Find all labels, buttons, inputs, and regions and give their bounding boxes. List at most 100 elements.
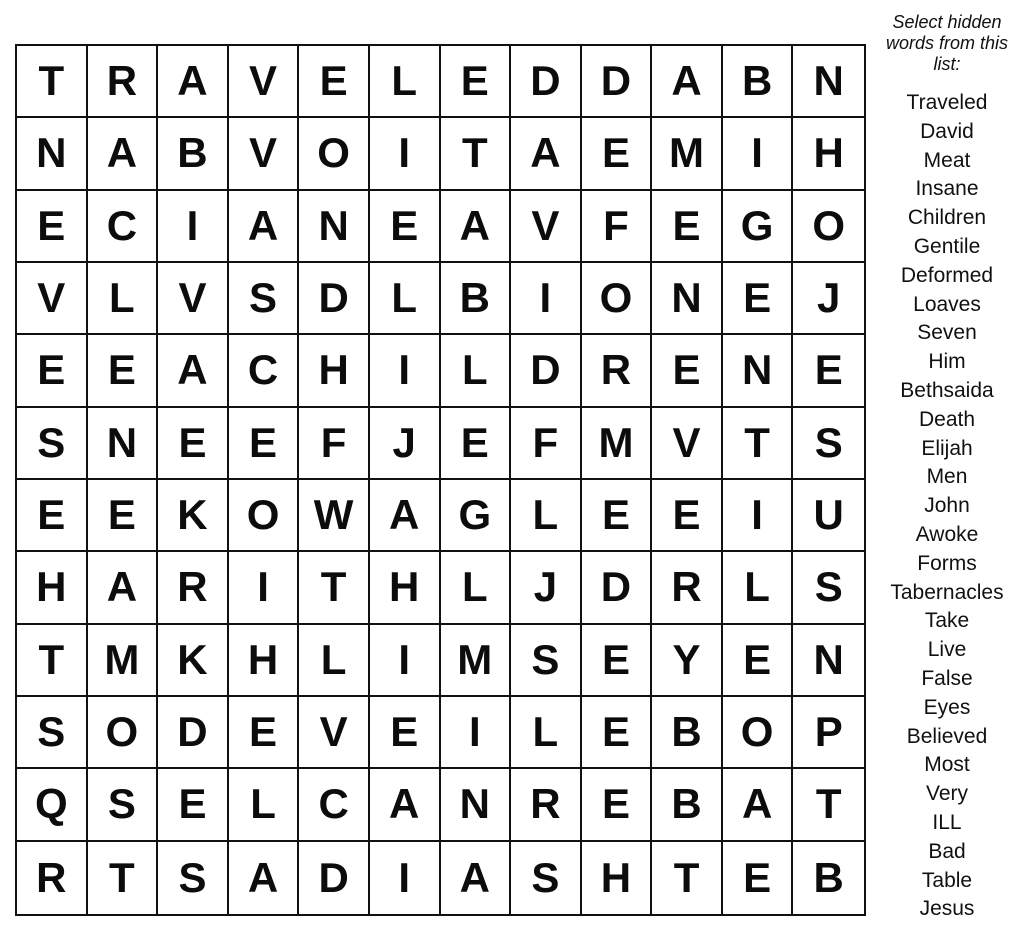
grid-cell[interactable]: L — [722, 552, 794, 625]
grid-cell[interactable]: N — [17, 118, 88, 191]
grid-cell[interactable]: W — [299, 480, 370, 553]
grid-cell[interactable]: A — [158, 46, 229, 119]
grid-cell[interactable]: T — [440, 118, 512, 191]
word-list-item[interactable]: Seven — [870, 319, 1024, 348]
grid-cell[interactable]: T — [17, 624, 88, 697]
grid-cell[interactable]: R — [87, 46, 159, 119]
grid-cell[interactable]: Q — [17, 769, 88, 842]
grid-cell[interactable]: T — [299, 552, 370, 625]
grid-cell[interactable]: E — [369, 190, 441, 263]
grid-cell[interactable]: D — [299, 841, 370, 914]
grid-cell[interactable]: R — [581, 335, 653, 408]
grid-cell[interactable]: E — [793, 335, 864, 408]
grid-cell[interactable]: V — [299, 697, 370, 770]
grid-cell[interactable]: E — [299, 46, 370, 119]
grid-cell[interactable]: A — [440, 190, 512, 263]
grid-cell[interactable]: I — [228, 552, 300, 625]
grid-cell[interactable]: L — [440, 335, 512, 408]
grid-cell[interactable]: E — [581, 697, 653, 770]
grid-cell[interactable]: S — [793, 552, 864, 625]
grid-cell[interactable]: J — [369, 407, 441, 480]
grid-cell[interactable]: N — [440, 769, 512, 842]
word-list-item[interactable]: Loaves — [870, 291, 1024, 320]
grid-cell[interactable]: H — [228, 624, 300, 697]
grid-cell[interactable]: A — [441, 841, 512, 914]
word-list-item[interactable]: Elijah — [870, 435, 1024, 464]
grid-cell[interactable]: R — [158, 552, 229, 625]
grid-cell[interactable]: A — [369, 769, 441, 842]
grid-cell[interactable]: J — [793, 263, 864, 336]
grid-cell[interactable]: L — [369, 46, 441, 119]
grid-cell[interactable]: I — [369, 335, 441, 408]
word-list-item[interactable]: Men — [870, 463, 1024, 492]
grid-cell[interactable]: E — [158, 407, 229, 480]
grid-cell[interactable]: N — [793, 46, 864, 119]
word-list-item[interactable]: Death — [870, 406, 1024, 435]
grid-cell[interactable]: T — [652, 841, 723, 914]
grid-cell[interactable]: V — [17, 263, 88, 336]
grid-cell[interactable]: H — [582, 841, 653, 914]
grid-cell[interactable]: S — [228, 263, 300, 336]
word-list-item[interactable]: Forms — [870, 550, 1024, 579]
grid-cell[interactable]: L — [299, 624, 370, 697]
grid-cell[interactable]: V — [652, 407, 723, 480]
grid-cell[interactable]: E — [652, 335, 723, 408]
grid-cell[interactable]: L — [228, 769, 300, 842]
grid-cell[interactable]: E — [228, 697, 300, 770]
grid-cell[interactable]: L — [511, 480, 582, 553]
grid-cell[interactable]: K — [158, 624, 229, 697]
grid-cell[interactable]: E — [17, 190, 88, 263]
grid-cell[interactable]: K — [158, 480, 229, 553]
grid-cell[interactable]: S — [87, 769, 159, 842]
grid-cell[interactable]: T — [722, 407, 794, 480]
grid-cell[interactable]: C — [87, 190, 159, 263]
grid-cell[interactable]: D — [511, 46, 582, 119]
grid-cell[interactable]: E — [581, 118, 653, 191]
grid-cell[interactable]: A — [722, 769, 794, 842]
grid-cell[interactable]: U — [793, 480, 864, 553]
grid-cell[interactable]: H — [299, 335, 370, 408]
grid-cell[interactable]: E — [722, 263, 794, 336]
grid-cell[interactable]: G — [722, 190, 794, 263]
grid-cell[interactable]: O — [228, 480, 300, 553]
word-list-item[interactable]: Live — [870, 636, 1024, 665]
grid-cell[interactable]: J — [511, 552, 582, 625]
grid-cell[interactable]: S — [17, 407, 88, 480]
word-list-item[interactable]: Eyes — [870, 694, 1024, 723]
grid-cell[interactable]: H — [17, 552, 88, 625]
grid-cell[interactable]: E — [581, 480, 653, 553]
grid-cell[interactable]: S — [511, 624, 582, 697]
word-list-item[interactable]: ILL — [870, 809, 1024, 838]
grid-cell[interactable]: E — [228, 407, 300, 480]
word-list-item[interactable]: John — [870, 492, 1024, 521]
grid-cell[interactable]: A — [87, 552, 159, 625]
grid-cell[interactable]: L — [369, 263, 441, 336]
grid-cell[interactable]: M — [440, 624, 512, 697]
grid-cell[interactable]: E — [581, 624, 653, 697]
grid-cell[interactable]: D — [299, 263, 370, 336]
grid-cell[interactable]: R — [511, 769, 582, 842]
word-list-item[interactable]: Tabernacles — [870, 579, 1024, 608]
grid-cell[interactable]: E — [87, 335, 159, 408]
grid-cell[interactable]: P — [793, 697, 864, 770]
grid-cell[interactable]: N — [87, 407, 159, 480]
grid-cell[interactable]: F — [299, 407, 370, 480]
grid-cell[interactable]: E — [581, 769, 653, 842]
word-list-item[interactable]: Table — [870, 867, 1024, 896]
grid-cell[interactable]: O — [299, 118, 370, 191]
word-list-item[interactable]: Deformed — [870, 262, 1024, 291]
word-list-item[interactable]: Take — [870, 607, 1024, 636]
grid-cell[interactable]: B — [793, 842, 864, 914]
word-list-item[interactable]: Him — [870, 348, 1024, 377]
grid-cell[interactable]: M — [581, 407, 653, 480]
grid-cell[interactable]: T — [793, 769, 864, 842]
grid-cell[interactable]: B — [722, 46, 794, 119]
grid-cell[interactable]: I — [722, 118, 794, 191]
grid-cell[interactable]: A — [87, 118, 159, 191]
grid-cell[interactable]: E — [369, 697, 441, 770]
word-list-item[interactable]: David — [870, 118, 1024, 147]
grid-cell[interactable]: C — [299, 769, 370, 842]
grid-cell[interactable]: I — [440, 697, 512, 770]
word-list-item[interactable]: Jesus — [870, 895, 1024, 924]
grid-cell[interactable]: E — [652, 190, 723, 263]
